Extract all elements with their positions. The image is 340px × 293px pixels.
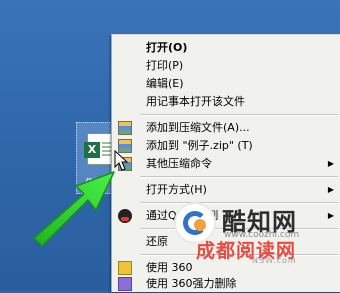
green-arrow-icon — [33, 171, 115, 247]
menu-item-edit[interactable]: 编辑(E) — [112, 75, 340, 93]
submenu-arrow-icon: ▶ — [327, 159, 334, 168]
menu-item-other-compress[interactable]: 其他压缩命令 ▶ — [112, 155, 340, 173]
archive-icon — [118, 121, 132, 135]
menu-item-open-with-notepad[interactable]: 用记事本打开该文件 — [112, 93, 340, 111]
menu-item-print[interactable]: 打印(P) — [112, 57, 340, 75]
360-icon — [118, 261, 132, 275]
menu-item-360-shred[interactable]: 使用 360强力删除 — [112, 275, 340, 293]
menu-separator — [140, 114, 338, 116]
menu-item-add-to-zip[interactable]: 添加到 "例子.zip" (T) — [112, 137, 340, 155]
menu-item-add-to-archive[interactable]: 添加到压缩文件(A)... — [112, 119, 340, 137]
menu-separator — [140, 176, 338, 178]
menu-item-open[interactable]: 打开(O) — [112, 39, 340, 57]
360-shred-icon — [118, 277, 132, 291]
site-watermark-url: NSW.com — [252, 256, 297, 265]
